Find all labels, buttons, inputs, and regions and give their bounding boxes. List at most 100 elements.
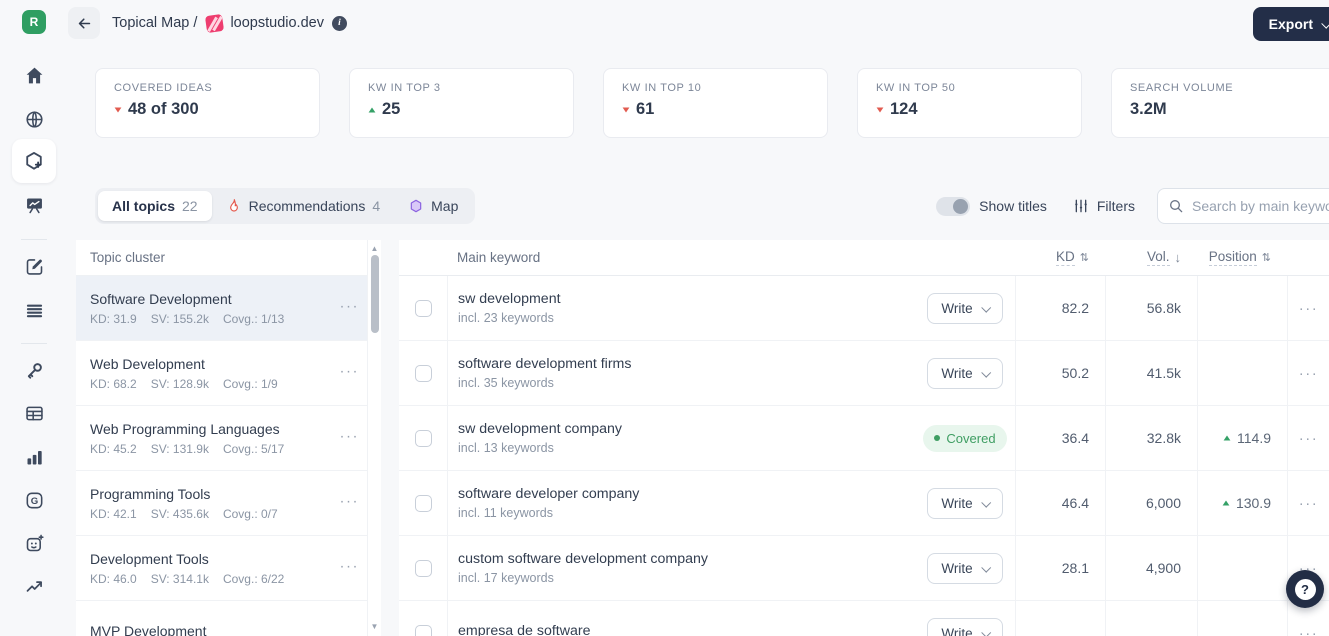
sidebar-item-topical-map-active[interactable] — [12, 139, 56, 183]
cluster-menu-icon[interactable]: ··· — [340, 362, 360, 379]
cluster-item[interactable]: Software Development KD: 31.9 SV: 155.2k… — [76, 276, 381, 341]
trend-down-icon — [622, 106, 630, 113]
tab-map[interactable]: Map — [394, 191, 472, 221]
vol-value: 4,900 — [1105, 536, 1197, 600]
sidebar-item-content-editor[interactable] — [22, 254, 46, 278]
status-dot-icon — [934, 435, 941, 441]
vol-value: 56.8k — [1105, 276, 1197, 340]
row-menu-icon[interactable]: ··· — [1299, 430, 1319, 447]
write-button[interactable]: Write — [927, 357, 1003, 389]
vol-value: 32.8k — [1105, 406, 1197, 470]
sidebar-item-reports[interactable] — [22, 193, 46, 217]
cluster-item[interactable]: Web Programming Languages KD: 45.2 SV: 1… — [76, 406, 381, 471]
app-logo[interactable]: R — [22, 10, 46, 34]
show-titles-control: Show titles — [936, 196, 1047, 216]
cluster-menu-icon[interactable]: ··· — [340, 492, 360, 509]
cluster-item[interactable]: Web Development KD: 68.2 SV: 128.9k Covg… — [76, 341, 381, 406]
row-menu-icon[interactable]: ··· — [1299, 300, 1319, 317]
sidebar-item-search-console[interactable]: G — [22, 488, 46, 512]
recommendations-count: 4 — [372, 198, 381, 214]
cluster-item[interactable]: Development Tools KD: 46.0 SV: 314.1k Co… — [76, 536, 381, 601]
g-badge-icon: G — [26, 492, 42, 508]
keyword-included: incl. 11 keywords — [458, 506, 553, 520]
stat-card-search-volume: SEARCH VOLUME 3.2M — [1111, 68, 1329, 138]
cluster-menu-icon[interactable]: ··· — [340, 297, 360, 314]
table-row: sw development company incl. 13 keywords… — [399, 406, 1329, 471]
write-button[interactable]: Write — [927, 552, 1003, 584]
back-button[interactable] — [68, 7, 100, 39]
tab-all-topics[interactable]: All topics 22 — [98, 191, 212, 221]
row-checkbox[interactable] — [414, 559, 432, 577]
compose-icon — [26, 258, 42, 275]
row-checkbox[interactable] — [414, 299, 432, 317]
row-checkbox[interactable] — [414, 494, 432, 512]
keyword-text[interactable]: custom software development company — [458, 551, 708, 567]
breadcrumb-section: Topical Map / — [112, 15, 198, 31]
row-menu-icon[interactable]: ··· — [1299, 495, 1319, 512]
keyword-text[interactable]: empresa de software — [458, 623, 590, 636]
sidebar-item-table[interactable] — [22, 401, 46, 425]
sidebar-divider — [21, 343, 47, 344]
sliders-icon — [1075, 199, 1087, 213]
stat-card-kw-top3: KW IN TOP 3 25 — [349, 68, 574, 138]
cluster-item[interactable]: MVP Development — [76, 601, 381, 636]
sidebar-item-analytics[interactable] — [22, 445, 46, 469]
sidebar-item-list[interactable] — [22, 298, 46, 322]
sort-desc-icon: ↓ — [1174, 250, 1182, 265]
row-menu-icon[interactable]: ··· — [1299, 625, 1319, 636]
breadcrumb-domain[interactable]: loopstudio.dev — [230, 15, 324, 31]
info-icon[interactable]: i — [331, 15, 347, 31]
scroll-up-icon[interactable]: ▲ — [368, 242, 381, 255]
stat-card-covered-ideas: COVERED IDEAS 48 of 300 — [95, 68, 320, 138]
row-checkbox[interactable] — [414, 624, 432, 636]
chevron-down-icon — [980, 302, 991, 313]
position-value: 114.9 — [1197, 406, 1287, 470]
scroll-down-icon[interactable]: ▼ — [368, 620, 381, 633]
position-up-icon — [1223, 435, 1231, 441]
sidebar-item-keywords[interactable] — [22, 358, 46, 382]
keyword-text[interactable]: software development firms — [458, 356, 631, 372]
table-row: sw development incl. 23 keywords Write 8… — [399, 276, 1329, 341]
header-main-keyword: Main keyword — [457, 250, 541, 265]
presentation-chart-icon — [26, 198, 42, 213]
sidebar-item-home[interactable] — [22, 63, 46, 87]
keyword-text[interactable]: sw development company — [458, 421, 622, 437]
header-position-sort[interactable]: Position ⇅ — [1197, 240, 1287, 275]
table-row: software development firms incl. 35 keyw… — [399, 341, 1329, 406]
topic-cluster-panel: Topic cluster Software Development KD: 3… — [76, 240, 381, 636]
search-box — [1157, 188, 1329, 224]
sort-both-icon: ⇅ — [1261, 252, 1271, 264]
filters-label: Filters — [1096, 198, 1135, 214]
keyword-included: incl. 23 keywords — [458, 311, 554, 325]
sidebar-item-ai-assistant[interactable] — [22, 531, 46, 555]
tab-recommendations[interactable]: Recommendations 4 — [212, 191, 395, 221]
stats-row: COVERED IDEAS 48 of 300 KW IN TOP 3 25 K… — [95, 68, 1329, 138]
sidebar-item-trends[interactable] — [22, 574, 46, 598]
flame-icon — [229, 199, 238, 212]
svg-text:G: G — [30, 496, 37, 507]
write-button[interactable]: Write — [927, 292, 1003, 324]
header-kd-sort[interactable]: KD ⇅ — [1015, 240, 1105, 275]
position-value — [1197, 601, 1287, 636]
table-icon — [25, 406, 43, 420]
write-button[interactable]: Write — [927, 487, 1003, 519]
show-titles-toggle[interactable] — [936, 196, 971, 216]
cluster-menu-icon[interactable]: ··· — [340, 557, 360, 574]
filters-button[interactable]: Filters — [1073, 198, 1135, 214]
cluster-menu-icon[interactable]: ··· — [340, 427, 360, 444]
keyword-text[interactable]: software developer company — [458, 486, 639, 502]
row-menu-icon[interactable]: ··· — [1299, 365, 1319, 382]
header-vol-sort[interactable]: Vol. ↓ — [1105, 240, 1197, 275]
keyword-text[interactable]: sw development — [458, 291, 561, 307]
trend-up-icon — [368, 106, 376, 113]
help-button[interactable]: ? — [1286, 570, 1324, 608]
write-button[interactable]: Write — [927, 617, 1003, 636]
export-button[interactable]: Export — [1252, 7, 1329, 41]
row-checkbox[interactable] — [414, 429, 432, 447]
sidebar-item-audit[interactable] — [22, 107, 46, 131]
scrollbar-thumb[interactable] — [371, 255, 379, 333]
row-checkbox[interactable] — [414, 364, 432, 382]
search-input[interactable] — [1192, 198, 1329, 214]
covered-badge: Covered — [923, 424, 1007, 452]
cluster-item[interactable]: Programming Tools KD: 42.1 SV: 435.6k Co… — [76, 471, 381, 536]
